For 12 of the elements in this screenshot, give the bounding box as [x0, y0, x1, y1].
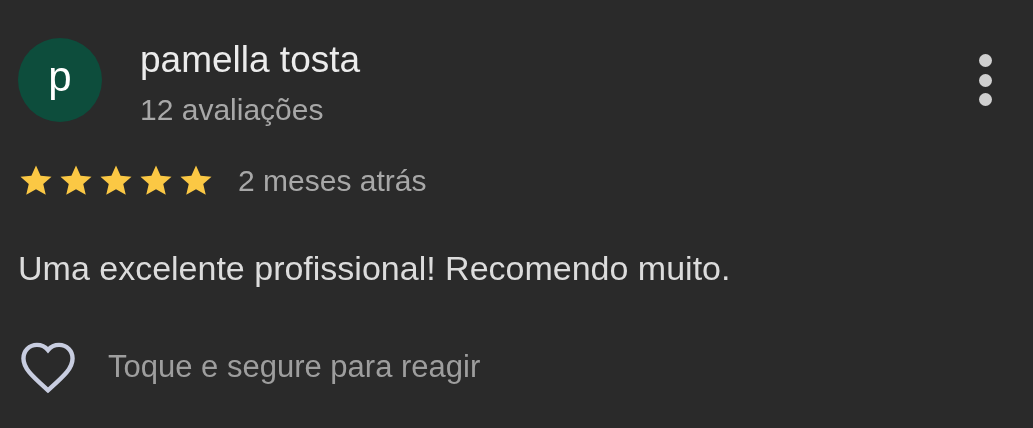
review-text: Uma excelente profissional! Recomendo muito. [18, 248, 732, 288]
author-name: pamella tosta [140, 38, 362, 82]
review-count: 12 avaliações [140, 92, 325, 128]
star-icon [138, 164, 174, 198]
reaction-hint: Toque e segure para reagir [108, 349, 481, 385]
avatar[interactable]: p [18, 38, 102, 122]
star-icon [58, 164, 94, 198]
review-time: 2 meses atrás [238, 164, 427, 198]
star-icon [178, 164, 214, 198]
star-icon [18, 164, 54, 198]
star-icon [98, 164, 134, 198]
heart-icon[interactable] [18, 340, 78, 394]
